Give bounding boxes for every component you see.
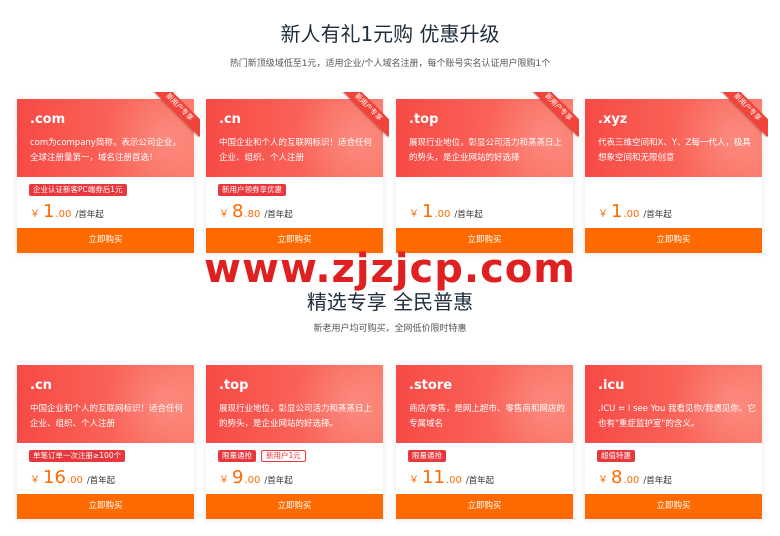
domain-card-xyz[interactable]: .xyz 代表三维空间和X、Y、Z每一代人，极具想象空间和无限创意 新用户专享 …: [585, 92, 768, 253]
promo-badge: 限量通抢: [218, 450, 256, 462]
badge-row: 单笔订单一次注册≥100个: [29, 450, 126, 462]
price-decimal: .00: [55, 209, 72, 220]
currency-symbol: ￥: [219, 209, 229, 220]
tld-name: .top: [219, 378, 249, 393]
buy-button[interactable]: 立即购买: [585, 494, 762, 519]
card-header: .store 商店/零售，是网上超市、零售商和网店的专属域名: [396, 365, 573, 443]
badge-row: 限量通抢: [408, 450, 446, 462]
currency-symbol: ￥: [598, 209, 608, 220]
price-decimal: .00: [66, 475, 83, 486]
domain-card-cn[interactable]: .cn 中国企业和个人的互联网标识！适合任何企业、组织、个人注册 新用户专享 新…: [206, 92, 389, 253]
section-2-subtitle: 新老用户均可购买，全网低价限时特惠: [313, 324, 467, 334]
buy-button[interactable]: 立即购买: [17, 494, 194, 519]
promo-badge-outline: 新用户1元: [261, 450, 306, 462]
buy-button[interactable]: 立即购买: [206, 494, 383, 519]
card-header: .cn 中国企业和个人的互联网标识！适合任何企业、组织、个人注册: [17, 365, 194, 443]
price: ￥ 1 .00 /首年起: [409, 201, 483, 223]
domain-card-top[interactable]: .top 展现行业地位，彰显公司活力和蒸蒸日上的势头，是企业网站的好选择 新用户…: [396, 92, 579, 253]
domain-card-store[interactable]: .store 商店/零售，是网上超市、零售商和网店的专属域名 限量通抢 ￥ 11…: [396, 365, 573, 519]
price-unit: /首年起: [264, 476, 293, 486]
tld-name: .xyz: [598, 112, 628, 127]
price-unit: /首年起: [643, 476, 672, 486]
currency-symbol: ￥: [30, 209, 40, 220]
new-user-ribbon: 新用户专享: [720, 92, 768, 140]
domain-card-top[interactable]: .top 展现行业地位，彰显公司活力和蒸蒸日上的势头，是企业网站的好选择。 限量…: [206, 365, 383, 519]
price-unit: /首年起: [643, 210, 672, 220]
price-unit: /首年起: [75, 210, 104, 220]
section-1-subtitle: 热门新顶级域低至1元，适用企业/个人域名注册，每个账号实名认证用户限购1个: [229, 59, 551, 69]
price-integer: 11: [422, 467, 445, 488]
price: ￥ 8 .00 /首年起: [598, 467, 672, 489]
tld-description: com为company简称，表示公司企业，全球注册量第一，域名注册首选！: [30, 138, 181, 163]
price-decimal: .00: [623, 209, 640, 220]
buy-button[interactable]: 立即购买: [396, 228, 573, 253]
card-header: .top 展现行业地位，彰显公司活力和蒸蒸日上的势头，是企业网站的好选择。: [206, 365, 383, 443]
promo-badge: 单笔订单一次注册≥100个: [29, 450, 126, 462]
price-integer: 9: [232, 467, 244, 488]
price: ￥ 8 .80 /首年起: [219, 201, 293, 223]
price-integer: 1: [422, 201, 434, 222]
currency-symbol: ￥: [409, 209, 419, 220]
section-2-title: 精选专享 全民普惠: [306, 290, 474, 314]
promo-badge: 企业认证新客PC端券后1元: [29, 184, 127, 196]
tld-name: .cn: [219, 112, 241, 127]
tld-description: 中国企业和个人的互联网标识！适合任何企业、组织、个人注册: [219, 138, 373, 163]
tld-description: .ICU = I see You 我看见你/我遇见你。它也有"重症监护室"的含义…: [598, 404, 756, 429]
section-1-title: 新人有礼1元购 优惠升级: [280, 22, 500, 46]
price-unit: /首年起: [465, 476, 495, 486]
price: ￥ 1 .00 /首年起: [30, 201, 104, 223]
price-decimal: .00: [623, 475, 640, 486]
new-user-ribbon: 新用户专享: [152, 92, 200, 140]
currency-symbol: ￥: [598, 475, 608, 486]
price-unit: /首年起: [454, 210, 483, 220]
currency-symbol: ￥: [219, 475, 229, 486]
price: ￥ 9 .00 /首年起: [219, 467, 293, 489]
buy-button[interactable]: 立即购买: [396, 494, 573, 519]
tld-name: .com: [30, 112, 66, 127]
buy-button[interactable]: 立即购买: [206, 228, 383, 253]
price: ￥ 1 .00 /首年起: [598, 201, 672, 223]
promo-badge: 超值特惠: [597, 450, 635, 462]
domain-card-com[interactable]: .com com为company简称，表示公司企业，全球注册量第一，域名注册首选…: [17, 92, 200, 253]
promo-badge: 限量通抢: [408, 450, 446, 462]
price-decimal: .00: [445, 475, 462, 486]
price-decimal: .00: [434, 209, 451, 220]
new-user-ribbon: 新用户专享: [531, 92, 579, 140]
tld-description: 代表三维空间和X、Y、Z每一代人，极具想象空间和无限创意: [598, 138, 751, 163]
price: ￥ 11 .00 /首年起: [409, 467, 494, 489]
price-decimal: .80: [244, 209, 261, 220]
new-user-ribbon: 新用户专享: [341, 92, 389, 140]
tld-description: 展现行业地位，彰显公司活力和蒸蒸日上的势头，是企业网站的好选择。: [219, 404, 373, 429]
price-integer: 1: [611, 201, 623, 222]
tld-name: .cn: [30, 378, 52, 393]
price-decimal: .00: [244, 475, 261, 486]
badge-row: 新用户领券享优惠: [218, 184, 286, 196]
price-unit: /首年起: [86, 476, 116, 486]
tld-name: .top: [409, 112, 439, 127]
tld-description: 中国企业和个人的互联网标识！适合任何企业、组织、个人注册: [30, 404, 184, 429]
tld-name: .icu: [598, 378, 625, 393]
price-integer: 1: [43, 201, 55, 222]
price-integer: 8: [232, 201, 244, 222]
currency-symbol: ￥: [30, 475, 40, 486]
badge-row: 企业认证新客PC端券后1元: [29, 184, 127, 196]
price-integer: 16: [43, 467, 66, 488]
tld-name: .store: [409, 378, 453, 393]
domain-card-cn[interactable]: .cn 中国企业和个人的互联网标识！适合任何企业、组织、个人注册 单笔订单一次注…: [17, 365, 194, 519]
badge-row: 限量通抢 新用户1元: [218, 450, 306, 462]
card-header: .icu .ICU = I see You 我看见你/我遇见你。它也有"重症监护…: [585, 365, 762, 443]
price-integer: 8: [611, 467, 623, 488]
buy-button[interactable]: 立即购买: [17, 228, 194, 253]
promo-badge: 新用户领券享优惠: [218, 184, 286, 196]
badge-row: 超值特惠: [597, 450, 635, 462]
tld-description: 展现行业地位，彰显公司活力和蒸蒸日上的势头，是企业网站的好选择: [409, 138, 563, 163]
tld-description: 商店/零售，是网上超市、零售商和网店的专属域名: [409, 404, 565, 429]
buy-button[interactable]: 立即购买: [585, 228, 762, 253]
currency-symbol: ￥: [409, 475, 419, 486]
domain-card-icu[interactable]: .icu .ICU = I see You 我看见你/我遇见你。它也有"重症监护…: [585, 365, 762, 519]
price-unit: /首年起: [264, 210, 293, 220]
price: ￥ 16 .00 /首年起: [30, 467, 115, 489]
